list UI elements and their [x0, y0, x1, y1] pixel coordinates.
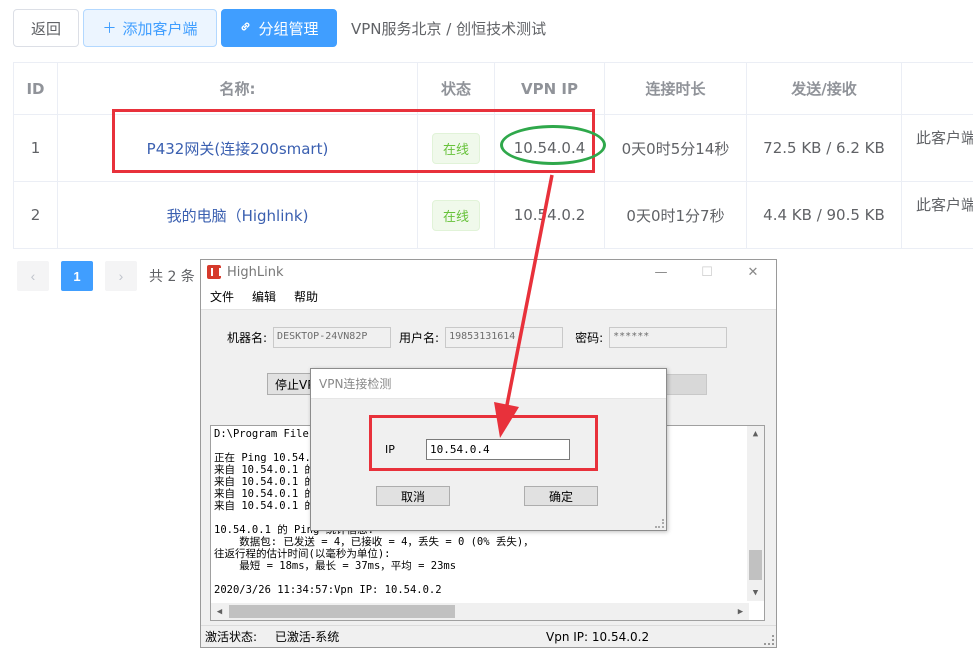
- table-row: 2 我的电脑（Highlink) 在线 10.54.0.2 0天0时1分7秒 4…: [13, 182, 973, 249]
- horizontal-scroll-thumb[interactable]: [229, 605, 455, 618]
- row-status: 在线: [418, 182, 495, 248]
- row-id: 2: [13, 182, 58, 248]
- row-traffic: 4.4 KB / 90.5 KB: [747, 182, 902, 248]
- cancel-button[interactable]: 取消: [376, 486, 450, 506]
- status-vpn-ip: Vpn IP: 10.54.0.2: [546, 629, 650, 644]
- activation-status-label: 激活状态:: [205, 630, 258, 644]
- add-client-label: 添加客户端: [122, 19, 198, 38]
- green-highlight-circle: [500, 125, 606, 165]
- row-duration: 0天0时1分7秒: [605, 182, 747, 248]
- ok-button[interactable]: 确定: [524, 486, 598, 506]
- highlink-logo-icon: [207, 265, 221, 279]
- red-highlight-box-ip: [369, 415, 598, 471]
- menu-file[interactable]: 文件: [210, 288, 234, 305]
- next-page-button[interactable]: ›: [105, 261, 137, 291]
- password-field[interactable]: ******: [609, 327, 728, 348]
- row-id: 1: [13, 115, 58, 181]
- scroll-up-icon[interactable]: ▲: [747, 426, 764, 442]
- minimize-button[interactable]: —: [638, 260, 684, 284]
- credentials-row: 机器名: DESKTOP-24VN82P 用户名: 19853131614 密码…: [227, 327, 735, 348]
- resize-grip-icon[interactable]: [764, 635, 774, 645]
- row-operation: 此客户端: [916, 129, 973, 147]
- header-traffic: 发送/接收: [747, 63, 902, 114]
- group-manage-button[interactable]: 分组管理: [221, 9, 337, 47]
- header-duration: 连接时长: [605, 63, 747, 114]
- menu-edit[interactable]: 编辑: [252, 288, 276, 305]
- header-operation: [902, 63, 973, 114]
- window-controls: — ☐ ✕: [638, 260, 776, 284]
- row-name[interactable]: 我的电脑（Highlink): [58, 182, 418, 248]
- vertical-scroll-thumb[interactable]: [749, 550, 762, 580]
- scroll-left-icon[interactable]: ◀: [211, 603, 228, 620]
- back-button[interactable]: 返回: [13, 9, 79, 47]
- menu-bar: 文件 编辑 帮助: [201, 284, 776, 310]
- add-client-button[interactable]: ＋ 添加客户端: [83, 9, 217, 47]
- scroll-right-icon[interactable]: ▶: [732, 603, 749, 620]
- row-traffic: 72.5 KB / 6.2 KB: [747, 115, 902, 181]
- log-vertical-scrollbar[interactable]: ▲ ▼: [747, 426, 764, 601]
- username-field[interactable]: 19853131614: [445, 327, 564, 348]
- link-icon: [239, 20, 252, 37]
- pagination-total: 共 2 条: [149, 269, 195, 285]
- machine-name-field[interactable]: DESKTOP-24VN82P: [273, 327, 392, 348]
- row-vpn-ip: 10.54.0.2: [495, 182, 605, 248]
- header-vpn-ip: VPN IP: [495, 63, 605, 114]
- plus-icon: ＋: [102, 21, 117, 37]
- password-label: 密码:: [575, 331, 604, 345]
- dialog-title[interactable]: VPN连接检测: [311, 369, 666, 399]
- pagination: ‹ 1 › 共 2 条: [17, 261, 195, 291]
- header-status: 状态: [418, 63, 495, 114]
- scroll-down-icon[interactable]: ▼: [747, 585, 764, 601]
- table-header: ID 名称: 状态 VPN IP 连接时长 发送/接收: [13, 63, 973, 115]
- status-bar: 激活状态: 已激活-系统 Vpn IP: 10.54.0.2: [201, 625, 776, 647]
- header-name: 名称:: [58, 63, 418, 114]
- log-horizontal-scrollbar[interactable]: ◀ ▶: [211, 603, 749, 620]
- toolbar: 返回 ＋ 添加客户端 分组管理 VPN服务北京 / 创恒技术测试: [13, 9, 546, 47]
- maximize-button[interactable]: ☐: [684, 260, 730, 284]
- page-1-button[interactable]: 1: [61, 261, 93, 291]
- row-operation: 此客户端: [916, 196, 973, 214]
- group-manage-label: 分组管理: [258, 19, 319, 38]
- row-duration: 0天0时5分14秒: [605, 115, 747, 181]
- window-title: HighLink: [227, 264, 284, 280]
- username-label: 用户名:: [399, 331, 440, 345]
- dialog-resize-grip-icon[interactable]: [655, 519, 664, 528]
- menu-help[interactable]: 帮助: [294, 288, 318, 305]
- prev-page-button[interactable]: ‹: [17, 261, 49, 291]
- client-name-link[interactable]: 我的电脑（Highlink): [167, 205, 309, 226]
- activation-status-value: 已激活-系统: [274, 630, 340, 644]
- machine-name-label: 机器名:: [227, 331, 268, 345]
- header-id: ID: [13, 63, 58, 114]
- status-badge: 在线: [431, 199, 480, 231]
- close-button[interactable]: ✕: [730, 260, 776, 284]
- window-titlebar[interactable]: HighLink — ☐ ✕: [201, 260, 776, 284]
- breadcrumb: VPN服务北京 / 创恒技术测试: [351, 19, 547, 38]
